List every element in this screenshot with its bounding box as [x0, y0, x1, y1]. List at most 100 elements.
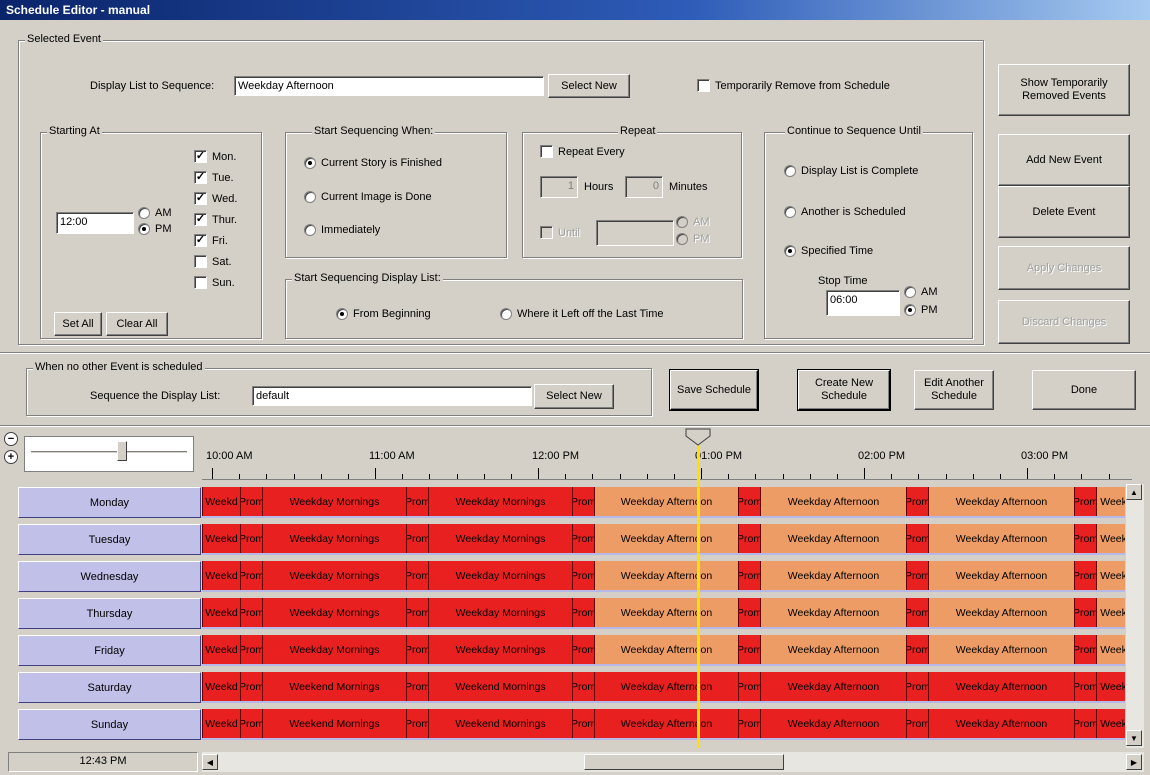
day-checkbox-box[interactable]: ✓ [194, 150, 207, 163]
schedule-event-block[interactable]: Weekday Afternoon [760, 524, 906, 553]
schedule-event-block[interactable]: Prom [906, 672, 928, 701]
schedule-event-block[interactable]: Prom [738, 561, 760, 590]
day-checkbox-1[interactable]: ✓ Tue. [194, 171, 234, 184]
schedule-event-block[interactable]: Prom [572, 709, 594, 738]
schedule-event-block[interactable]: Prom [240, 561, 262, 590]
schedule-event-block[interactable]: Weekday Mornings [262, 561, 406, 590]
horizontal-scroll-thumb[interactable] [584, 754, 784, 770]
schedule-event-block[interactable]: Weekend Mornings [262, 672, 406, 701]
schedule-event-block[interactable]: Prom [572, 561, 594, 590]
schedule-event-block[interactable]: Prom [406, 487, 428, 516]
schedule-event-block[interactable]: Prom [738, 598, 760, 627]
schedule-event-block[interactable]: Weekday Afternoon [594, 561, 738, 590]
default-display-list-field[interactable]: default [252, 386, 532, 406]
start-when-radio-dot[interactable] [304, 191, 316, 203]
schedule-event-block[interactable]: Weekd [202, 709, 240, 738]
schedule-event-block[interactable]: Weekday Afternoon [594, 635, 738, 664]
stop-am-dot[interactable] [904, 286, 916, 298]
day-checkbox-box[interactable] [194, 276, 207, 289]
scroll-right-icon[interactable]: ▶ [1126, 754, 1142, 770]
temporarily-remove-box[interactable] [697, 79, 710, 92]
day-checkbox-0[interactable]: ✓ Mon. [194, 150, 236, 163]
schedule-event-block[interactable]: Weekday Mornings [262, 598, 406, 627]
start-when-radio-2[interactable]: Immediately [304, 224, 380, 236]
horizontal-scrollbar[interactable]: ◀ ▶ [202, 752, 1144, 772]
start-display-radio-dot[interactable] [500, 308, 512, 320]
discard-changes-button[interactable]: Discard Changes [998, 300, 1130, 344]
start-when-radio-1[interactable]: Current Image is Done [304, 191, 432, 203]
schedule-event-block[interactable]: Prom [572, 487, 594, 516]
scroll-left-icon[interactable]: ◀ [202, 754, 218, 770]
schedule-event-block[interactable]: Prom [906, 524, 928, 553]
schedule-event-block[interactable]: Weekday Afternoon [928, 709, 1074, 738]
schedule-event-block[interactable]: Prom [406, 561, 428, 590]
stop-pm-radio[interactable]: PM [904, 304, 938, 316]
schedule-event-block[interactable]: Prom [240, 635, 262, 664]
schedule-event-block[interactable]: Weekday Afternoon [928, 635, 1074, 664]
day-label-friday[interactable]: Friday [18, 635, 201, 666]
start-display-radio-1[interactable]: Where it Left off the Last Time [500, 308, 664, 320]
schedule-event-block[interactable]: Prom [738, 709, 760, 738]
schedule-event-block[interactable]: Weekd [202, 672, 240, 701]
continue-until-radio-0[interactable]: Display List is Complete [784, 165, 918, 177]
schedule-event-block[interactable]: Weekd [1096, 709, 1125, 738]
schedule-event-block[interactable]: Prom [240, 598, 262, 627]
schedule-event-block[interactable]: Weekday Afternoon [594, 524, 738, 553]
day-checkbox-box[interactable]: ✓ [194, 234, 207, 247]
done-button[interactable]: Done [1032, 370, 1136, 410]
schedule-event-block[interactable]: Weekday Afternoon [594, 709, 738, 738]
schedule-event-block[interactable]: Weekd [1096, 524, 1125, 553]
schedule-event-block[interactable]: Weekday Afternoon [594, 598, 738, 627]
start-pm-radio[interactable]: PM [138, 223, 172, 235]
schedule-event-block[interactable]: Prom [572, 635, 594, 664]
schedule-event-block[interactable]: Weekday Mornings [428, 635, 572, 664]
schedule-event-block[interactable]: Weekday Afternoon [928, 598, 1074, 627]
repeat-hours-field[interactable]: 1 [540, 176, 578, 198]
create-new-schedule-button[interactable]: Create New Schedule [798, 370, 890, 410]
schedule-event-block[interactable]: Weekday Afternoon [760, 709, 906, 738]
schedule-event-block[interactable]: Prom [1074, 524, 1096, 553]
start-am-radio-dot[interactable] [138, 207, 150, 219]
delete-event-button[interactable]: Delete Event [998, 186, 1130, 238]
show-removed-events-button[interactable]: Show Temporarily Removed Events [998, 64, 1130, 116]
schedule-event-block[interactable]: Prom [1074, 672, 1096, 701]
start-time-field[interactable]: 12:00 [56, 212, 134, 234]
repeat-until-am-dot[interactable] [676, 216, 688, 228]
day-checkbox-box[interactable]: ✓ [194, 192, 207, 205]
start-pm-radio-dot[interactable] [138, 223, 150, 235]
schedule-event-block[interactable]: Weekday Afternoon [760, 672, 906, 701]
schedule-event-block[interactable]: Weekd [1096, 635, 1125, 664]
schedule-event-block[interactable]: Weekd [1096, 561, 1125, 590]
day-label-saturday[interactable]: Saturday [18, 672, 201, 703]
schedule-event-block[interactable]: Prom [240, 524, 262, 553]
schedule-event-block[interactable]: Weekday Afternoon [760, 487, 906, 516]
continue-until-radio-dot[interactable] [784, 206, 796, 218]
schedule-event-block[interactable]: Prom [906, 709, 928, 738]
schedule-event-block[interactable]: Weekday Mornings [262, 635, 406, 664]
day-label-wednesday[interactable]: Wednesday [18, 561, 201, 592]
schedule-event-block[interactable]: Weekd [1096, 598, 1125, 627]
start-display-radio-0[interactable]: From Beginning [336, 308, 431, 320]
stop-am-radio[interactable]: AM [904, 286, 938, 298]
schedule-event-block[interactable]: Weekd [202, 598, 240, 627]
schedule-event-block[interactable]: Prom [572, 524, 594, 553]
schedule-event-block[interactable]: Weekday Mornings [428, 524, 572, 553]
schedule-event-block[interactable]: Prom [738, 672, 760, 701]
schedule-event-block[interactable]: Prom [906, 598, 928, 627]
day-label-sunday[interactable]: Sunday [18, 709, 201, 740]
continue-until-radio-dot[interactable] [784, 245, 796, 257]
zoom-slider[interactable] [24, 436, 194, 472]
day-label-tuesday[interactable]: Tuesday [18, 524, 201, 555]
select-new-display-list-button[interactable]: Select New [548, 74, 630, 98]
zoom-out-icon[interactable]: − [4, 432, 18, 446]
schedule-event-block[interactable]: Prom [572, 598, 594, 627]
schedule-event-block[interactable]: Weekday Afternoon [594, 487, 738, 516]
repeat-every-box[interactable] [540, 145, 553, 158]
edit-another-schedule-button[interactable]: Edit Another Schedule [914, 370, 994, 410]
day-checkbox-2[interactable]: ✓ Wed. [194, 192, 237, 205]
schedule-event-block[interactable]: Weekday Afternoon [928, 561, 1074, 590]
schedule-event-block[interactable]: Prom [406, 598, 428, 627]
schedule-event-block[interactable]: Prom [906, 635, 928, 664]
schedule-event-block[interactable]: Weekd [202, 635, 240, 664]
schedule-event-block[interactable]: Prom [906, 487, 928, 516]
